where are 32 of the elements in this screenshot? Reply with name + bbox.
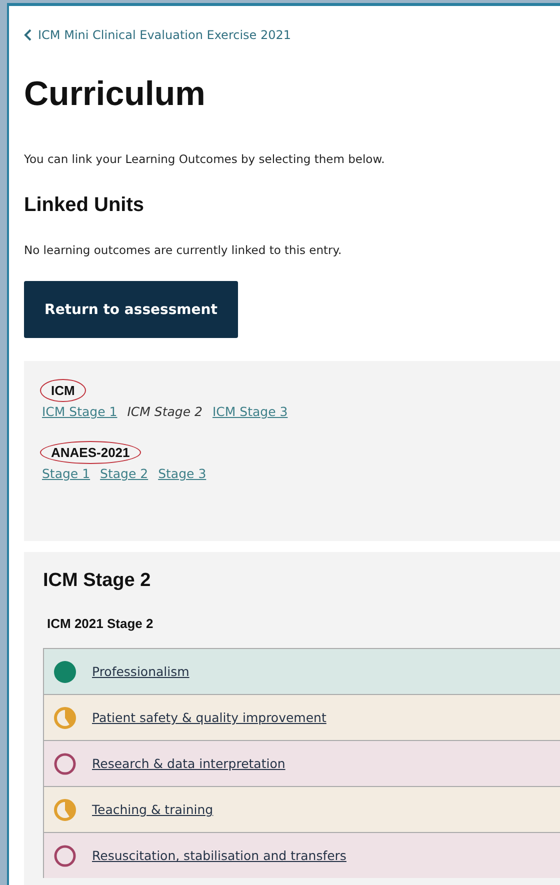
stage-link[interactable]: Stage 2 — [100, 466, 148, 481]
stage-subheading: ICM 2021 Stage 2 — [47, 616, 154, 631]
outcome-link[interactable]: Patient safety & quality improvement — [92, 710, 326, 725]
empty-circle-icon — [54, 752, 76, 774]
outcome-row[interactable]: Teaching & training — [43, 786, 560, 832]
curriculum-name: ICM — [40, 379, 86, 402]
chevron-left-icon — [24, 29, 32, 41]
page-title: Curriculum — [24, 75, 206, 114]
stage-heading: ICM Stage 2 — [43, 570, 152, 592]
stage-link[interactable]: ICM Stage 1 — [42, 404, 118, 419]
stage-link[interactable]: Stage 3 — [158, 466, 206, 481]
outcome-row[interactable]: Resuscitation, stabilisation and transfers — [43, 832, 560, 878]
stage-link[interactable]: Stage 1 — [42, 466, 90, 481]
empty-circle-icon — [54, 844, 76, 866]
outcome-link[interactable]: Professionalism — [92, 664, 190, 679]
outcome-row[interactable]: Research & data interpretation — [43, 740, 560, 786]
half-circle-icon — [54, 798, 76, 820]
outcome-link[interactable]: Research & data interpretation — [92, 756, 286, 771]
intro-text: You can link your Learning Outcomes by selecting them below. — [24, 152, 386, 166]
stage-link[interactable]: ICM Stage 3 — [212, 404, 288, 419]
breadcrumb-link[interactable]: ICM Mini Clinical Evaluation Exercise 2021 — [24, 28, 292, 42]
outcome-row[interactable]: Patient safety & quality improvement — [43, 694, 560, 740]
filled-circle-icon — [54, 660, 76, 682]
return-button[interactable]: Return to assessment — [24, 281, 238, 338]
outcome-link[interactable]: Resuscitation, stabilisation and transfers — [92, 848, 346, 863]
curriculum-name: ANAES-2021 — [40, 441, 141, 464]
half-circle-icon — [54, 706, 76, 728]
stage-link[interactable]: ICM Stage 2 — [127, 404, 202, 419]
outcome-link[interactable]: Teaching & training — [92, 802, 214, 817]
section-heading: Linked Units — [24, 194, 146, 217]
outcome-row[interactable]: Professionalism — [43, 648, 560, 694]
empty-message: No learning outcomes are currently linked to this entry. — [24, 243, 343, 257]
